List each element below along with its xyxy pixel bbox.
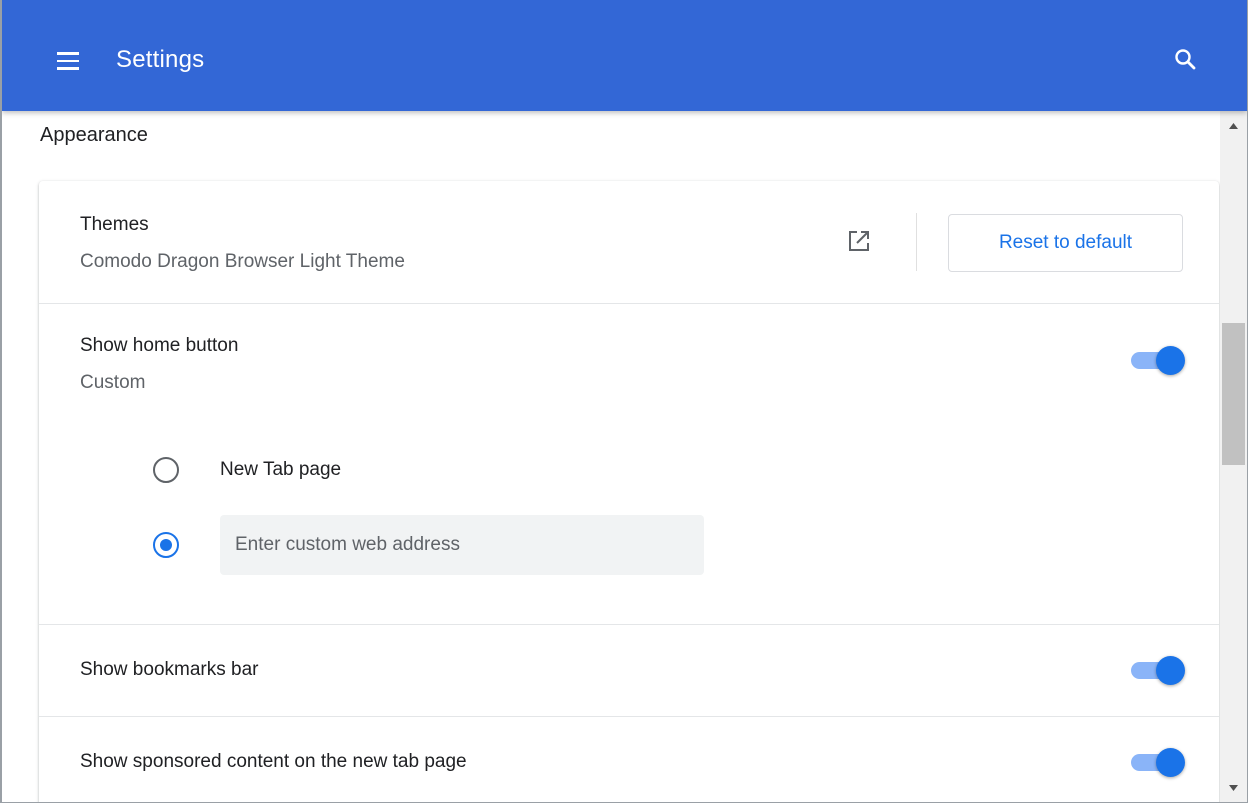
sponsored-content-row: Show sponsored content on the new tab pa… [39,717,1219,802]
themes-row: Themes Comodo Dragon Browser Light Theme… [39,181,1219,303]
bookmarks-bar-label: Show bookmarks bar [80,659,259,680]
search-icon[interactable] [1172,46,1200,74]
app-title: Settings [116,46,205,73]
radio-dot [160,539,172,551]
open-in-new-icon[interactable] [845,227,873,255]
scrollbar-thumb[interactable] [1222,323,1245,465]
reset-to-default-button[interactable]: Reset to default [948,214,1183,272]
home-button-row: Show home button Custom [39,304,1219,624]
toggle-knob [1156,656,1185,685]
bookmarks-bar-row: Show bookmarks bar [39,625,1219,716]
vertical-scrollbar[interactable] [1220,111,1247,802]
settings-window: Settings Appearance Themes Comodo Dragon… [0,0,1248,803]
home-button-label: Show home button [80,335,239,356]
home-button-sublabel: Custom [80,372,146,393]
bookmarks-bar-toggle[interactable] [1127,653,1185,687]
scroll-up-arrow-icon[interactable] [1220,111,1247,139]
radio-custom-address[interactable] [151,530,181,560]
themes-value: Comodo Dragon Browser Light Theme [80,251,405,272]
sponsored-content-label: Show sponsored content on the new tab pa… [80,751,467,772]
themes-label: Themes [80,214,149,235]
home-button-toggle[interactable] [1127,343,1185,377]
toggle-knob [1156,748,1185,777]
section-title-appearance: Appearance [40,124,148,146]
hamburger-menu-icon[interactable] [57,52,79,70]
appearance-card: Themes Comodo Dragon Browser Light Theme… [39,181,1219,802]
app-bar: Settings [2,0,1247,111]
settings-content: Appearance Themes Comodo Dragon Browser … [2,111,1220,802]
vertical-separator [916,213,917,271]
custom-web-address-input[interactable] [220,515,704,575]
new-tab-page-label: New Tab page [220,459,342,480]
scroll-down-arrow-icon[interactable] [1220,775,1247,802]
toggle-knob [1156,346,1185,375]
radio-new-tab-page[interactable] [151,455,181,485]
radio-ring [153,457,179,483]
sponsored-content-toggle[interactable] [1127,745,1185,779]
